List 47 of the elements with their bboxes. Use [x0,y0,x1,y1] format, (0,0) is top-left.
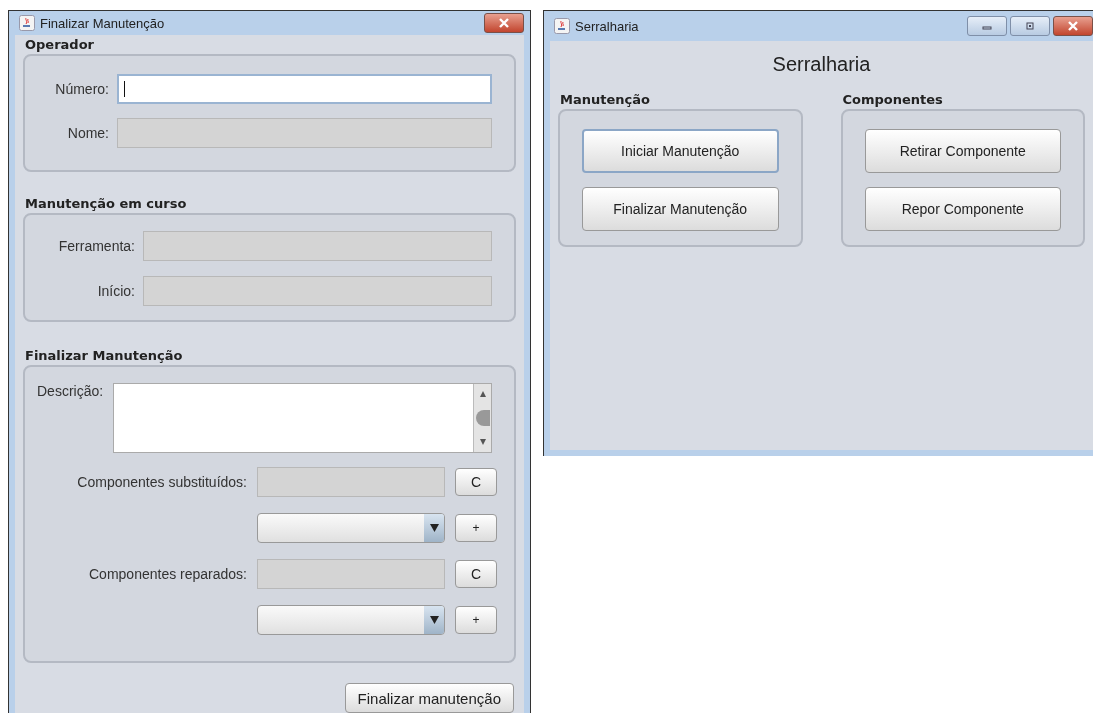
text-field[interactable] [257,559,445,589]
caret-icon [429,524,439,532]
field-label: Início: [96,283,135,299]
scrollbar[interactable] [473,384,491,452]
dropdown[interactable] [257,513,445,543]
close-icon [1067,21,1079,31]
window-title: Finalizar Manutenção [40,15,166,31]
scroll-up-icon[interactable] [478,390,487,398]
action-button[interactable]: Repor Componente [864,187,1061,231]
add-button[interactable]: + [455,514,497,542]
maximize-button[interactable] [1010,16,1050,36]
action-button[interactable]: Finalizar Manutenção [582,187,779,231]
scroll-down-icon[interactable] [478,438,487,446]
group-title: Componentes [842,92,944,107]
close-button[interactable] [484,13,524,33]
dropdown[interactable] [257,605,445,635]
window-title: Serralharia [575,18,640,34]
close-icon [498,18,510,28]
app-heading: Serralharia [771,53,872,76]
group-title: Manutenção em curso [25,196,188,211]
caret-icon [429,616,439,624]
action-button[interactable]: Retirar Componente [864,129,1061,173]
group-title: Operador [25,37,95,52]
field-label: Ferramenta: [57,238,135,254]
group-title: Manutenção [560,92,651,107]
group-title: Finalizar Manutenção [25,348,184,363]
clear-button[interactable]: C [455,468,497,496]
add-button[interactable]: + [455,606,497,634]
action-button[interactable]: Iniciar Manutenção [582,129,779,173]
text-field[interactable] [257,467,445,497]
clear-button[interactable]: C [455,560,497,588]
close-button[interactable] [1053,16,1093,36]
field-label: Componentes reparados: [88,566,247,582]
text-field[interactable] [143,276,492,306]
text-field[interactable] [143,231,492,261]
java-cup-icon [19,15,35,31]
text-field[interactable] [117,118,492,148]
text-field[interactable] [117,74,492,104]
field-label: Nome: [66,125,109,141]
maximize-icon [1024,21,1036,31]
field-label: Componentes substituídos: [76,474,247,490]
java-cup-icon [554,18,570,34]
minimize-button[interactable] [967,16,1007,36]
submit-button[interactable]: Finalizar manutenção [344,683,514,713]
field-label: Descrição: [37,383,104,401]
scroll-thumb[interactable] [475,410,490,426]
field-label: Número: [54,81,109,97]
